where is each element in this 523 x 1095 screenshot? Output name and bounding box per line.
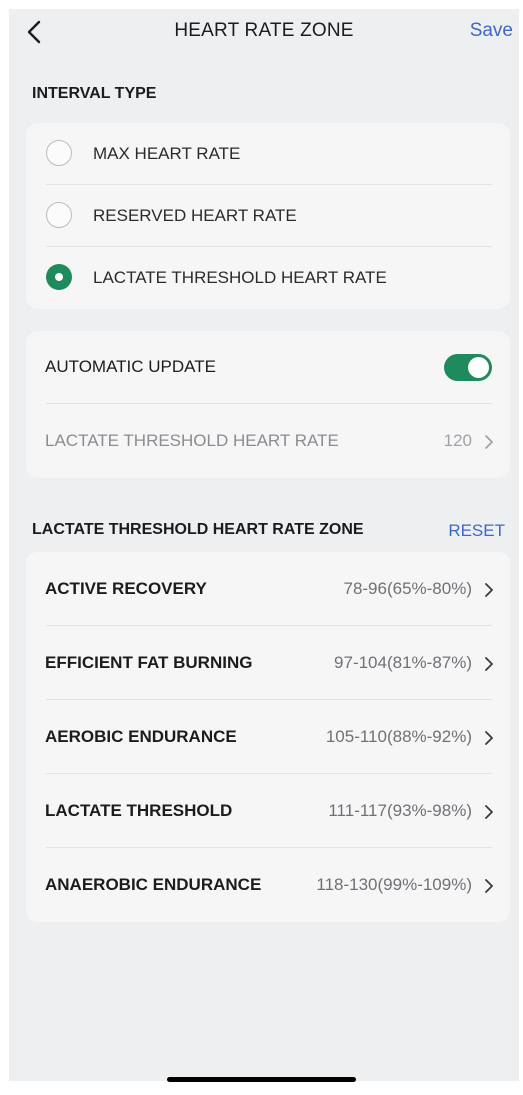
- toggle-knob: [468, 357, 489, 378]
- update-settings-card: AUTOMATIC UPDATE LACTATE THRESHOLD HEART…: [26, 331, 510, 478]
- zones-heading: LACTATE THRESHOLD HEART RATE ZONE: [32, 521, 364, 538]
- zone-row-active-recovery[interactable]: ACTIVE RECOVERY 78-96(65%-80%): [26, 552, 510, 626]
- zones-card: ACTIVE RECOVERY 78-96(65%-80%) EFFICIENT…: [26, 552, 510, 922]
- zone-label: ACTIVE RECOVERY: [45, 579, 207, 598]
- bottom-strip: [0, 1081, 523, 1095]
- zone-label: EFFICIENT FAT BURNING: [45, 653, 253, 672]
- nav-bar: HEART RATE ZONE Save: [9, 9, 519, 55]
- zone-value: 97-104(81%-87%): [334, 653, 472, 672]
- lactate-threshold-row[interactable]: LACTATE THRESHOLD HEART RATE 120: [26, 404, 510, 478]
- chevron-right-icon: [485, 879, 493, 893]
- automatic-update-toggle[interactable]: [444, 354, 492, 381]
- automatic-update-label: AUTOMATIC UPDATE: [45, 357, 216, 376]
- zone-row-efficient-fat-burning[interactable]: EFFICIENT FAT BURNING 97-104(81%-87%): [26, 626, 510, 700]
- radio-max-heart-rate[interactable]: [46, 140, 72, 166]
- chevron-right-icon: [485, 435, 493, 449]
- zone-value: 105-110(88%-92%): [325, 727, 472, 746]
- option-label: MAX HEART RATE: [93, 144, 241, 163]
- zone-label: AEROBIC ENDURANCE: [45, 727, 237, 746]
- radio-lactate-threshold-selected[interactable]: [46, 264, 72, 290]
- interval-type-heading: INTERVAL TYPE: [32, 85, 157, 102]
- option-label: LACTATE THRESHOLD HEART RATE: [93, 268, 387, 287]
- zone-value: 111-117(93%-98%): [328, 801, 472, 820]
- interval-option-reserved[interactable]: RESERVED HEART RATE: [26, 185, 510, 247]
- save-button[interactable]: Save: [470, 20, 513, 42]
- lactate-threshold-value: 120: [443, 431, 472, 450]
- chevron-right-icon: [485, 805, 493, 819]
- reset-button[interactable]: RESET: [448, 521, 505, 541]
- app-screen: HEART RATE ZONE Save INTERVAL TYPE MAX H…: [9, 9, 519, 1081]
- zone-row-lactate-threshold[interactable]: LACTATE THRESHOLD 111-117(93%-98%): [26, 774, 510, 848]
- zone-label: LACTATE THRESHOLD: [45, 801, 233, 820]
- lactate-threshold-label: LACTATE THRESHOLD HEART RATE: [45, 431, 339, 450]
- interval-option-max[interactable]: MAX HEART RATE: [26, 123, 510, 185]
- zone-row-anaerobic-endurance[interactable]: ANAEROBIC ENDURANCE 118-130(99%-109%): [26, 848, 510, 922]
- chevron-right-icon: [485, 583, 493, 597]
- chevron-right-icon: [485, 731, 493, 745]
- radio-reserved-heart-rate[interactable]: [46, 202, 72, 228]
- zone-value: 78-96(65%-80%): [343, 579, 472, 598]
- automatic-update-row: AUTOMATIC UPDATE: [26, 331, 510, 404]
- option-label: RESERVED HEART RATE: [93, 206, 297, 225]
- interval-option-lactate[interactable]: LACTATE THRESHOLD HEART RATE: [26, 247, 510, 309]
- zone-label: ANAEROBIC ENDURANCE: [45, 875, 262, 894]
- chevron-right-icon: [485, 657, 493, 671]
- interval-type-card: MAX HEART RATE RESERVED HEART RATE LACTA…: [26, 123, 510, 309]
- home-indicator[interactable]: [167, 1077, 356, 1082]
- page-title: HEART RATE ZONE: [174, 20, 354, 41]
- zone-value: 118-130(99%-109%): [316, 875, 472, 894]
- zone-row-aerobic-endurance[interactable]: AEROBIC ENDURANCE 105-110(88%-92%): [26, 700, 510, 774]
